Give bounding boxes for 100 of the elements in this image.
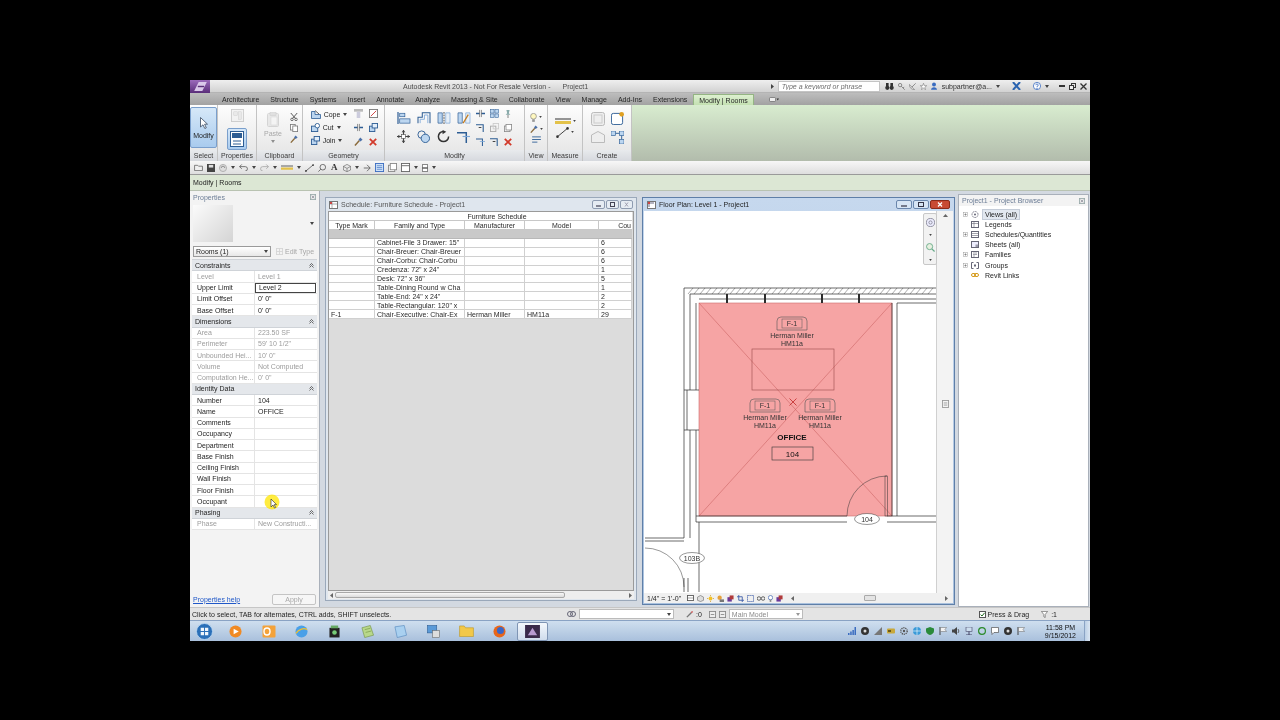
caret-icon[interactable] xyxy=(996,84,1000,88)
tag-icon[interactable] xyxy=(318,163,326,172)
cube-icon[interactable] xyxy=(342,163,351,172)
scroll-up-icon[interactable] xyxy=(942,214,948,217)
brush-icon[interactable] xyxy=(289,134,298,143)
expand-icon[interactable] xyxy=(963,211,968,217)
card-icon[interactable] xyxy=(886,627,895,635)
horizontal-scrollbar[interactable] xyxy=(328,591,634,599)
arrow-icon[interactable] xyxy=(362,163,371,172)
scroll-right-icon[interactable] xyxy=(629,592,632,598)
trim-corner-icon[interactable] xyxy=(476,123,485,132)
caret-icon[interactable] xyxy=(539,127,543,130)
triangle-icon[interactable] xyxy=(873,627,882,635)
trim-corner-icon[interactable] xyxy=(490,137,499,146)
shield-icon[interactable] xyxy=(925,627,934,635)
thin-lines-icon[interactable] xyxy=(374,163,384,172)
key-icon[interactable] xyxy=(897,82,905,90)
pin-icon[interactable] xyxy=(504,109,512,118)
caret-icon[interactable] xyxy=(539,116,542,118)
wheel-icon[interactable] xyxy=(925,217,935,227)
speaker-icon[interactable] xyxy=(951,627,960,635)
taskbar-button[interactable] xyxy=(517,621,548,641)
restore-icon[interactable] xyxy=(1069,82,1076,90)
undo-icon[interactable] xyxy=(239,164,248,171)
list-icon[interactable] xyxy=(941,399,949,408)
caret-icon[interactable] xyxy=(572,119,576,122)
mirror-icon[interactable] xyxy=(437,112,451,124)
design-option-icon[interactable] xyxy=(718,610,726,618)
help-icon[interactable] xyxy=(1033,82,1041,90)
maximize-icon[interactable] xyxy=(913,200,929,209)
magnifier-icon[interactable] xyxy=(925,242,935,252)
pencil-icon[interactable] xyxy=(686,610,693,618)
workset-icon[interactable] xyxy=(567,610,576,618)
gear-icon[interactable] xyxy=(899,627,908,635)
room-selection[interactable] xyxy=(698,302,893,517)
split-icon[interactable] xyxy=(476,109,485,118)
delete-icon[interactable] xyxy=(369,137,378,146)
panel-toggle-icon[interactable] xyxy=(768,96,779,102)
dimension-icon[interactable] xyxy=(556,126,569,138)
filter-icon[interactable] xyxy=(1041,610,1049,618)
expand-icon[interactable] xyxy=(963,252,968,258)
swatches-icon[interactable] xyxy=(727,594,735,602)
crop-icon[interactable] xyxy=(737,594,745,602)
delete-icon[interactable] xyxy=(504,137,512,146)
ring-icon[interactable] xyxy=(977,627,986,635)
user-icon[interactable] xyxy=(930,82,937,90)
array-icon[interactable] xyxy=(490,109,499,118)
linked-squares-icon[interactable] xyxy=(610,130,624,144)
horizontal-scrollbar[interactable] xyxy=(789,594,950,602)
start-button[interactable] xyxy=(196,622,213,640)
checkbox-icon[interactable] xyxy=(978,610,986,618)
split-face-icon[interactable] xyxy=(354,123,364,132)
windows-icon[interactable] xyxy=(387,163,397,172)
caret-icon[interactable] xyxy=(928,258,932,261)
disc-icon[interactable] xyxy=(1003,627,1012,635)
crop-frame-icon[interactable] xyxy=(747,594,755,602)
caret-icon[interactable] xyxy=(1045,84,1049,88)
caret-icon[interactable] xyxy=(297,166,301,169)
move-icon[interactable] xyxy=(397,130,410,143)
caret-icon[interactable] xyxy=(928,233,932,236)
flag-icon[interactable] xyxy=(938,627,947,635)
disc-icon[interactable] xyxy=(860,627,869,635)
swatches-icon[interactable] xyxy=(776,594,784,602)
scroll-thumb[interactable] xyxy=(863,595,876,601)
expand-arrow-icon[interactable] xyxy=(770,83,774,89)
save-icon[interactable] xyxy=(207,163,215,172)
scale-icon[interactable] xyxy=(490,123,499,132)
expand-icon[interactable] xyxy=(963,231,968,237)
brush-icon[interactable] xyxy=(529,124,538,133)
scroll-left-icon[interactable] xyxy=(330,592,333,598)
cross-icon[interactable] xyxy=(1012,82,1021,90)
mirror-line-icon[interactable] xyxy=(457,112,471,124)
copy-icon[interactable] xyxy=(289,123,298,132)
scroll-right-icon[interactable] xyxy=(945,595,948,601)
trim-icon[interactable] xyxy=(476,137,485,146)
caret-icon[interactable] xyxy=(273,166,277,169)
signal-bars-icon[interactable] xyxy=(847,627,856,635)
sync-icon[interactable] xyxy=(219,163,227,172)
caret-icon[interactable] xyxy=(571,131,574,133)
detail-level-icon[interactable] xyxy=(687,595,695,601)
offset-icon[interactable] xyxy=(417,112,431,124)
close-icon[interactable] xyxy=(1080,82,1087,90)
window-icon[interactable] xyxy=(400,163,410,172)
trim-icon[interactable] xyxy=(457,130,470,143)
rotate-icon[interactable] xyxy=(437,130,450,143)
text-tool-button[interactable]: A xyxy=(330,163,339,172)
folder-open-icon[interactable] xyxy=(194,164,203,171)
binoculars-icon[interactable] xyxy=(884,82,894,90)
align-icon[interactable] xyxy=(397,112,411,124)
vertical-scrollbar[interactable] xyxy=(936,211,953,593)
expand-icon[interactable] xyxy=(963,262,968,268)
maximize-icon[interactable] xyxy=(606,200,619,209)
shadow-icon[interactable] xyxy=(717,594,725,602)
star-icon[interactable] xyxy=(919,82,927,90)
design-option-icon[interactable] xyxy=(708,610,716,618)
caret-icon[interactable] xyxy=(310,222,314,225)
brush-icon[interactable] xyxy=(354,137,364,146)
windows-icon[interactable] xyxy=(504,123,512,132)
overlap-icon[interactable] xyxy=(369,123,379,132)
tile-icon[interactable] xyxy=(421,163,428,172)
